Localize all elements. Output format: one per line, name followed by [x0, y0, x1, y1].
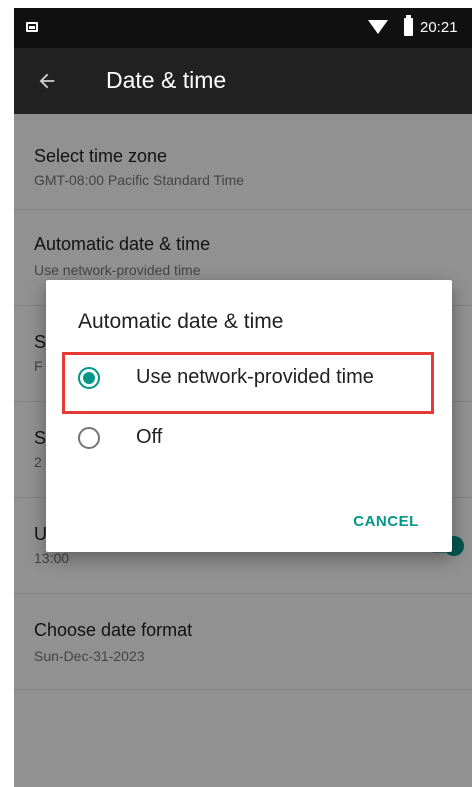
- photo-icon: [26, 22, 38, 32]
- cancel-button[interactable]: CANCEL: [336, 504, 436, 540]
- radio-option-network-time[interactable]: Use network-provided time: [46, 350, 452, 408]
- toolbar: Date & time: [14, 48, 472, 114]
- screen: 20:21 Date & time Select time zone GMT-0…: [0, 0, 474, 787]
- page-title: Date & time: [106, 67, 227, 93]
- radio-checked-icon[interactable]: [78, 367, 100, 389]
- radio-label: Use network-provided time: [136, 366, 374, 388]
- wifi-icon: [368, 20, 388, 34]
- device-screen: 20:21 Date & time Select time zone GMT-0…: [14, 8, 472, 787]
- radio-label: Off: [136, 426, 163, 448]
- battery-icon: [404, 15, 413, 36]
- back-arrow-icon[interactable]: [36, 70, 58, 92]
- status-time: 20:21: [420, 19, 458, 36]
- status-bar: 20:21: [14, 8, 472, 48]
- radio-unchecked-icon[interactable]: [78, 427, 100, 449]
- dialog-title: Automatic date & time: [78, 310, 284, 333]
- automatic-date-time-dialog: Automatic date & time Use network-provid…: [46, 280, 452, 552]
- radio-option-off[interactable]: Off: [46, 410, 452, 468]
